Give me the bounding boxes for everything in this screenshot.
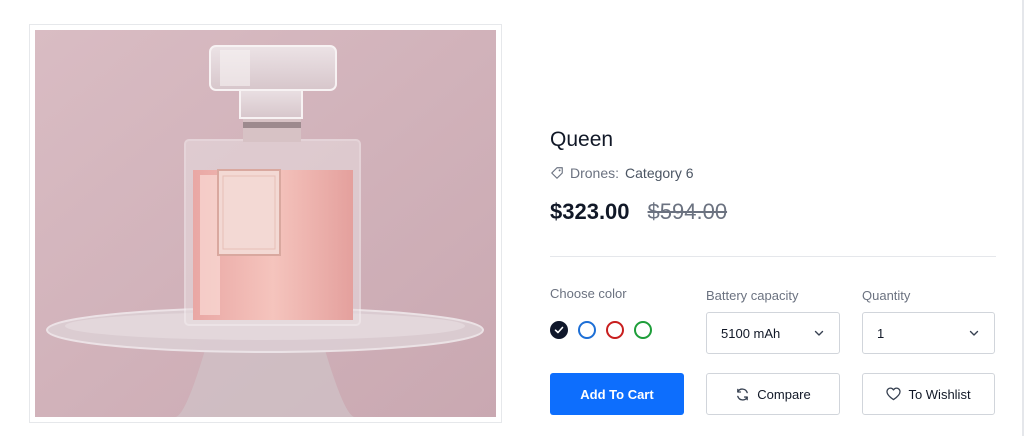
price-row: $323.00 $594.00 xyxy=(550,199,727,225)
wishlist-label: To Wishlist xyxy=(908,386,971,402)
quantity-value: 1 xyxy=(877,325,885,341)
color-label: Choose color xyxy=(550,286,627,301)
add-to-cart-button[interactable]: Add To Cart xyxy=(550,373,684,415)
color-swatch-black[interactable] xyxy=(550,321,568,339)
tag-icon xyxy=(551,167,563,179)
category-name[interactable]: Category 6 xyxy=(625,165,693,181)
battery-value: 5100 mAh xyxy=(721,325,781,341)
compare-label: Compare xyxy=(757,386,811,402)
compare-button[interactable]: Compare xyxy=(706,373,840,415)
product-image-frame xyxy=(29,24,502,423)
add-to-cart-label: Add To Cart xyxy=(580,386,654,402)
check-icon xyxy=(554,326,564,334)
quantity-select[interactable]: 1 xyxy=(862,312,995,354)
color-swatch-green[interactable] xyxy=(634,321,652,339)
wishlist-button[interactable]: To Wishlist xyxy=(862,373,995,415)
category-label[interactable]: Drones: xyxy=(570,165,619,181)
color-swatch-red[interactable] xyxy=(606,321,624,339)
refresh-icon xyxy=(737,387,749,401)
product-title: Queen xyxy=(550,128,614,151)
color-swatches xyxy=(550,321,652,339)
chevron-down-icon xyxy=(969,330,979,336)
divider xyxy=(550,256,996,257)
current-price: $323.00 xyxy=(550,199,630,224)
heart-icon xyxy=(886,387,902,401)
quantity-label: Quantity xyxy=(862,288,911,303)
old-price: $594.00 xyxy=(647,199,728,224)
product-image[interactable] xyxy=(35,30,496,417)
product-category: Drones: Category 6 xyxy=(550,165,694,181)
chevron-down-icon xyxy=(814,330,824,336)
battery-label: Battery capacity xyxy=(706,288,799,303)
color-swatch-blue[interactable] xyxy=(578,321,596,339)
perfume-bottle-image xyxy=(35,30,496,417)
battery-select[interactable]: 5100 mAh xyxy=(706,312,840,354)
